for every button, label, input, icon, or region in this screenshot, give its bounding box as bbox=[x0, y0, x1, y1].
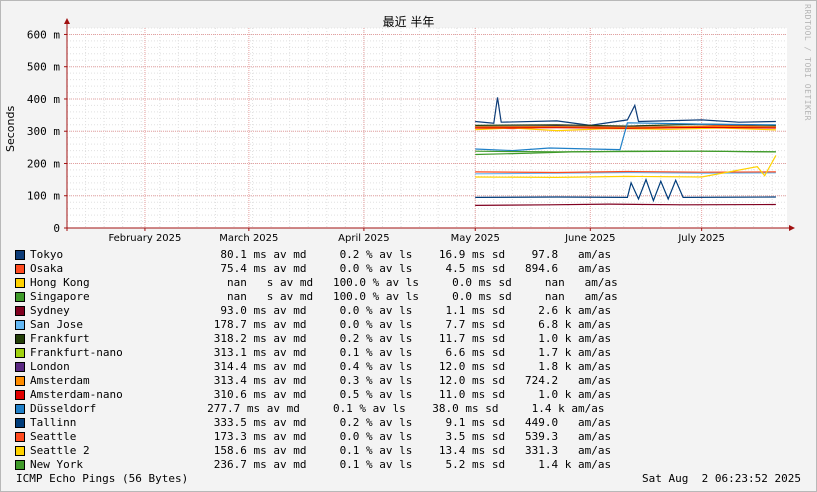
x-tick-label: April 2025 bbox=[338, 233, 389, 244]
x-tick-label: March 2025 bbox=[219, 233, 278, 244]
legend-swatch bbox=[15, 362, 25, 372]
legend-swatch bbox=[15, 404, 25, 414]
legend-series-name: Singapore bbox=[30, 290, 90, 303]
legend-stats: 277.7 ms av md 0.1 % av ls 38.0 ms sd 1.… bbox=[174, 402, 605, 415]
y-axis-label: Seconds bbox=[4, 105, 17, 152]
legend-row: Amsterdam-nano 310.6 ms av md 0.5 % av l… bbox=[14, 388, 814, 402]
legend-series-name: Frankfurt-nano bbox=[30, 346, 123, 359]
y-tick-label: 600 m bbox=[27, 28, 60, 41]
legend-stats: 333.5 ms av md 0.2 % av ls 9.1 ms sd 449… bbox=[174, 416, 612, 429]
legend-stats: 313.4 ms av md 0.3 % av ls 12.0 ms sd 72… bbox=[174, 374, 612, 387]
legend-stats: 310.6 ms av md 0.5 % av ls 11.0 ms sd 1.… bbox=[174, 388, 612, 401]
legend-swatch bbox=[15, 320, 25, 330]
legend-series-name: Tokyo bbox=[30, 248, 64, 261]
legend-stats: 80.1 ms av md 0.2 % av ls 16.9 ms sd 97.… bbox=[174, 248, 612, 261]
legend-swatch bbox=[15, 264, 25, 274]
legend-row: Düsseldorf 277.7 ms av md 0.1 % av ls 38… bbox=[14, 402, 814, 416]
legend-row: Tallinn 333.5 ms av md 0.2 % av ls 9.1 m… bbox=[14, 416, 814, 430]
legend-row: Amsterdam 313.4 ms av md 0.3 % av ls 12.… bbox=[14, 374, 814, 388]
legend-series-name: Amsterdam bbox=[30, 374, 90, 387]
legend-stats: 93.0 ms av md 0.0 % av ls 1.1 ms sd 2.6 … bbox=[174, 304, 612, 317]
legend-stats: 158.6 ms av md 0.1 % av ls 13.4 ms sd 33… bbox=[174, 444, 612, 457]
legend-row: Singapore nan s av md 100.0 % av ls 0.0 … bbox=[14, 290, 814, 304]
legend-row: London 314.4 ms av md 0.4 % av ls 12.0 m… bbox=[14, 360, 814, 374]
legend-stats: nan s av md 100.0 % av ls 0.0 ms sd nan … bbox=[174, 276, 618, 289]
series-line-new-york bbox=[475, 150, 776, 153]
legend-swatch bbox=[15, 306, 25, 316]
chart-title: 最近 半年 bbox=[382, 15, 435, 29]
legend-series-name: Düsseldorf bbox=[30, 402, 97, 415]
legend-series-name: Seattle bbox=[30, 430, 77, 443]
legend-row: Osaka 75.4 ms av md 0.0 % av ls 4.5 ms s… bbox=[14, 262, 814, 276]
x-tick-label: February 2025 bbox=[108, 233, 181, 244]
legend-swatch bbox=[15, 460, 25, 470]
rrdtool-watermark: RRDTOOL / TOBI OETIKER bbox=[803, 4, 812, 121]
legend-stats: 314.4 ms av md 0.4 % av ls 12.0 ms sd 1.… bbox=[174, 360, 612, 373]
legend-swatch bbox=[15, 418, 25, 428]
legend-stats: 75.4 ms av md 0.0 % av ls 4.5 ms sd 894.… bbox=[174, 262, 612, 275]
legend-stats: 178.7 ms av md 0.0 % av ls 7.7 ms sd 6.8… bbox=[174, 318, 612, 331]
legend-swatch bbox=[15, 432, 25, 442]
y-tick-label: 300 m bbox=[27, 125, 60, 138]
legend-swatch bbox=[15, 376, 25, 386]
legend-series-name: San Jose bbox=[30, 318, 83, 331]
legend-series-name: Seattle 2 bbox=[30, 444, 90, 457]
legend-swatch bbox=[15, 292, 25, 302]
x-tick-label: July 2025 bbox=[677, 233, 725, 244]
legend: Tokyo 80.1 ms av md 0.2 % av ls 16.9 ms … bbox=[14, 248, 814, 472]
legend-stats: 313.1 ms av md 0.1 % av ls 6.6 ms sd 1.7… bbox=[174, 346, 612, 359]
legend-swatch bbox=[15, 250, 25, 260]
legend-swatch bbox=[15, 348, 25, 358]
x-tick-label: May 2025 bbox=[451, 233, 500, 244]
legend-swatch bbox=[15, 390, 25, 400]
legend-series-name: Frankfurt bbox=[30, 332, 90, 345]
legend-row: Frankfurt-nano 313.1 ms av md 0.1 % av l… bbox=[14, 346, 814, 360]
legend-row: Tokyo 80.1 ms av md 0.2 % av ls 16.9 ms … bbox=[14, 248, 814, 262]
x-tick-label: June 2025 bbox=[564, 233, 615, 244]
legend-stats: 236.7 ms av md 0.1 % av ls 5.2 ms sd 1.4… bbox=[174, 458, 612, 471]
legend-series-name: New York bbox=[30, 458, 83, 471]
legend-series-name: Amsterdam-nano bbox=[30, 388, 123, 401]
legend-row: San Jose 178.7 ms av md 0.0 % av ls 7.7 … bbox=[14, 318, 814, 332]
legend-row: Hong Kong nan s av md 100.0 % av ls 0.0 … bbox=[14, 276, 814, 290]
legend-stats: nan s av md 100.0 % av ls 0.0 ms sd nan … bbox=[174, 290, 618, 303]
legend-swatch bbox=[15, 446, 25, 456]
legend-swatch bbox=[15, 334, 25, 344]
footer-description: ICMP Echo Pings (56 Bytes) bbox=[16, 472, 189, 485]
legend-stats: 318.2 ms av md 0.2 % av ls 11.7 ms sd 1.… bbox=[174, 332, 612, 345]
legend-swatch bbox=[15, 278, 25, 288]
y-tick-label: 200 m bbox=[27, 157, 60, 170]
legend-series-name: Hong Kong bbox=[30, 276, 90, 289]
y-tick-label: 0 bbox=[53, 222, 60, 235]
legend-row: New York 236.7 ms av md 0.1 % av ls 5.2 … bbox=[14, 458, 814, 472]
legend-row: Frankfurt 318.2 ms av md 0.2 % av ls 11.… bbox=[14, 332, 814, 346]
legend-row: Seattle 2 158.6 ms av md 0.1 % av ls 13.… bbox=[14, 444, 814, 458]
legend-series-name: Sydney bbox=[30, 304, 70, 317]
legend-series-name: London bbox=[30, 360, 70, 373]
legend-stats: 173.3 ms av md 0.0 % av ls 3.5 ms sd 539… bbox=[174, 430, 612, 443]
y-tick-label: 400 m bbox=[27, 93, 60, 106]
legend-series-name: Tallinn bbox=[30, 416, 77, 429]
legend-row: Seattle 173.3 ms av md 0.0 % av ls 3.5 m… bbox=[14, 430, 814, 444]
footer-timestamp: Sat Aug 2 06:23:52 2025 bbox=[642, 472, 801, 485]
y-tick-label: 500 m bbox=[27, 61, 60, 74]
x-axis-arrow bbox=[789, 225, 795, 231]
legend-series-name: Osaka bbox=[30, 262, 64, 275]
y-tick-label: 100 m bbox=[27, 190, 60, 203]
legend-row: Sydney 93.0 ms av md 0.0 % av ls 1.1 ms … bbox=[14, 304, 814, 318]
